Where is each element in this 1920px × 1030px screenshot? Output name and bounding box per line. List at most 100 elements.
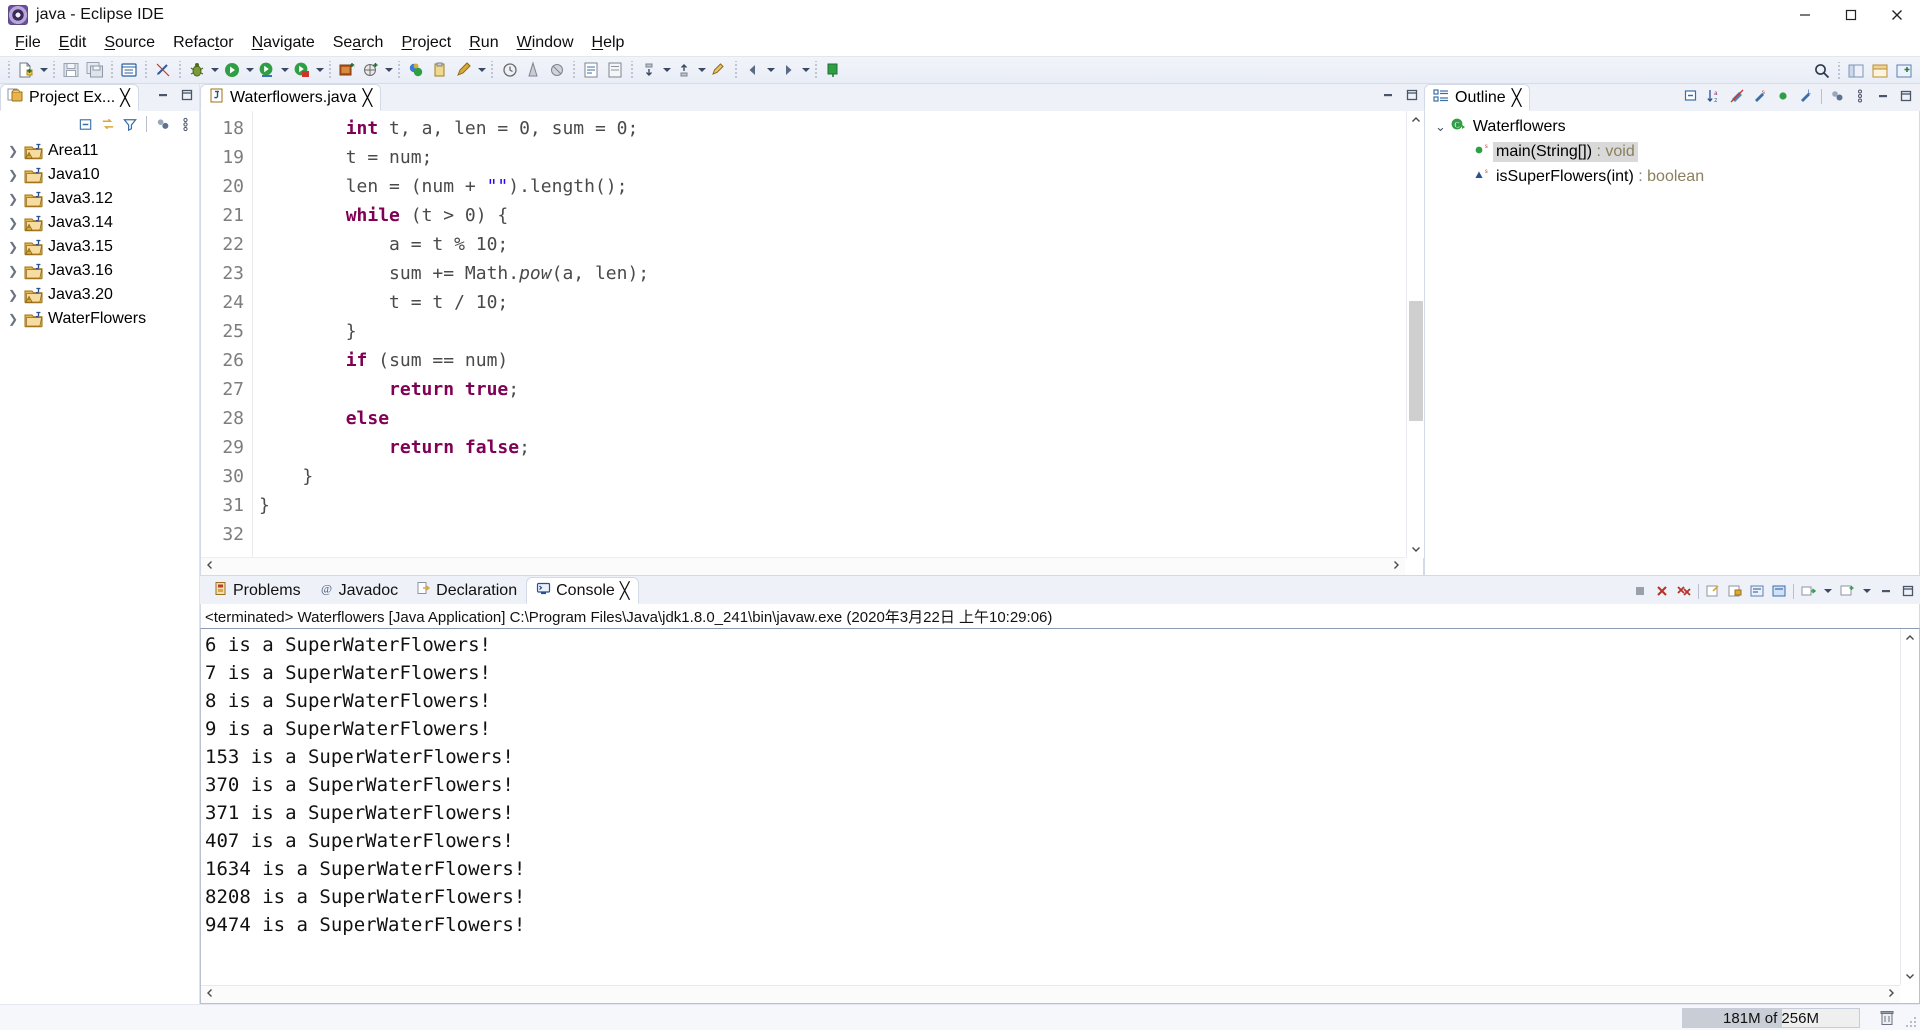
project-tree-item[interactable]: ❯ Java3.14 [0,211,199,235]
back-icon[interactable] [742,59,764,81]
console-scroll-down-icon[interactable] [1901,967,1919,985]
last-edit-location-icon[interactable] [708,59,730,81]
menu-run[interactable]: Run [460,32,507,54]
new-enum-icon[interactable] [453,59,475,81]
console-maximize-icon[interactable] [1900,583,1916,599]
collapse-all-icon[interactable] [78,116,94,132]
link-editor-icon[interactable] [152,59,174,81]
menu-file[interactable]: File [6,32,50,54]
tab-outline[interactable]: Outline ╳ [1424,84,1531,111]
close-button[interactable] [1874,0,1920,30]
console-tab-javadoc[interactable]: @ Javadoc [310,578,408,604]
open-resource-icon[interactable] [604,59,626,81]
code-line[interactable]: } [253,317,1423,346]
hide-fields-icon[interactable] [1729,88,1745,104]
code-line[interactable]: sum += Math.pow(a, len); [253,259,1423,288]
view-menu-icon[interactable] [177,116,193,132]
open-task-icon[interactable] [546,59,568,81]
clear-console-icon[interactable] [1705,583,1721,599]
maximize-button[interactable] [1828,0,1874,30]
run-garbage-collector-icon[interactable] [1878,1009,1896,1027]
view-presentation-icon[interactable] [155,116,171,132]
console-tab-close-icon[interactable]: ╳ [620,581,630,601]
console-scroll-left-icon[interactable] [205,988,215,1001]
save-all-icon[interactable] [84,59,106,81]
new-enum-dropdown-icon[interactable] [476,59,487,81]
code-line[interactable]: } [253,462,1423,491]
heap-status-indicator[interactable]: 181M of 256M [1682,1008,1860,1028]
console-scroll-right-icon[interactable] [1886,988,1896,1001]
menu-window[interactable]: Window [508,32,583,54]
project-tree-item[interactable]: ❯ Java3.12 [0,187,199,211]
menu-refactor[interactable]: Refactor [164,32,242,54]
chevron-right-icon[interactable]: ❯ [6,192,20,206]
outline-maximize-icon[interactable] [1898,88,1914,104]
coverage-dropdown-icon[interactable] [314,59,325,81]
chevron-down-icon[interactable]: ⌄ [1435,119,1446,135]
forward-icon[interactable] [777,59,799,81]
console-vertical-scrollbar[interactable] [1900,629,1919,985]
back-dropdown-icon[interactable] [765,59,776,81]
terminate-icon[interactable] [1632,583,1648,599]
menu-navigate[interactable]: Navigate [243,32,324,54]
console-minimize-icon[interactable] [1878,583,1894,599]
history-icon[interactable] [498,59,520,81]
debug-icon[interactable] [186,59,208,81]
editor-scroll-up-icon[interactable] [1407,111,1424,129]
project-tree-item[interactable]: ❯ Java3.20 [0,283,199,307]
java-ee-perspective-icon[interactable] [1869,60,1891,82]
chevron-right-icon[interactable]: ❯ [6,264,20,278]
code-line[interactable]: a = t % 10; [253,230,1423,259]
editor-tab-close-icon[interactable]: ╳ [363,88,373,108]
tab-waterflowers-java[interactable]: Waterflowers.java ╳ [200,84,382,111]
hide-local-types-icon[interactable]: L [1798,88,1814,104]
code-line[interactable]: int t, a, len = 0, sum = 0; [253,114,1423,143]
menu-edit[interactable]: Edit [50,32,96,54]
tab-project-explorer[interactable]: Project Ex... ╳ [0,84,139,111]
code-line[interactable]: while (t > 0) { [253,201,1423,230]
console-scroll-up-icon[interactable] [1901,629,1919,647]
new-java-package-dropdown-icon[interactable] [383,59,394,81]
remove-all-terminated-icon[interactable] [1676,583,1692,599]
new-java-package-icon[interactable] [360,59,382,81]
chevron-right-icon[interactable]: ❯ [6,288,20,302]
outline-minimize-icon[interactable] [1875,88,1891,104]
chevron-right-icon[interactable]: ❯ [6,144,20,158]
open-type-icon[interactable] [580,59,602,81]
code-line[interactable]: len = (num + "").length(); [253,172,1423,201]
code-line[interactable]: if (sum == num) [253,346,1423,375]
new-console-view-icon[interactable] [1839,583,1855,599]
editor-vertical-scrollbar[interactable] [1406,111,1424,558]
window-resize-grip[interactable] [1904,1014,1918,1028]
outline-item[interactable]: s main(String[]) : void [1425,139,1919,164]
new-annotation-icon[interactable] [429,59,451,81]
new-wizard-icon[interactable] [15,59,37,81]
outline-close-icon[interactable]: ╳ [1512,88,1522,108]
sort-icon[interactable]: az [1706,88,1722,104]
java-perspective-icon[interactable] [1845,60,1867,82]
code-line[interactable]: t = t / 10; [253,288,1423,317]
remove-launch-icon[interactable] [1654,583,1670,599]
previous-annotation-dropdown-icon[interactable] [696,59,707,81]
debug-dropdown-icon[interactable] [209,59,220,81]
annotate-icon[interactable] [522,59,544,81]
pin-editor-icon[interactable] [822,59,844,81]
menu-search[interactable]: Search [324,32,393,54]
editor-maximize-icon[interactable] [1404,87,1420,103]
console-tab-declaration[interactable]: Declaration [407,578,526,604]
view-filter-icon[interactable] [122,116,138,132]
code-line[interactable]: t = num; [253,143,1423,172]
editor-horizontal-scrollbar[interactable] [201,557,1405,575]
menu-help[interactable]: Help [583,32,634,54]
collapse-all-icon[interactable] [1683,88,1699,104]
toggle-console-icon[interactable] [118,59,140,81]
code-line[interactable]: return false; [253,433,1423,462]
link-with-editor-icon[interactable] [100,116,116,132]
run-external-icon[interactable] [256,59,278,81]
scroll-lock-icon[interactable] [1727,583,1743,599]
forward-dropdown-icon[interactable] [800,59,811,81]
editor-scroll-left-icon[interactable] [205,560,215,573]
project-tree-item[interactable]: ❯ Java3.15 [0,235,199,259]
project-tree-item[interactable]: ❯ Java3.16 [0,259,199,283]
pin-console-icon[interactable] [1771,583,1787,599]
